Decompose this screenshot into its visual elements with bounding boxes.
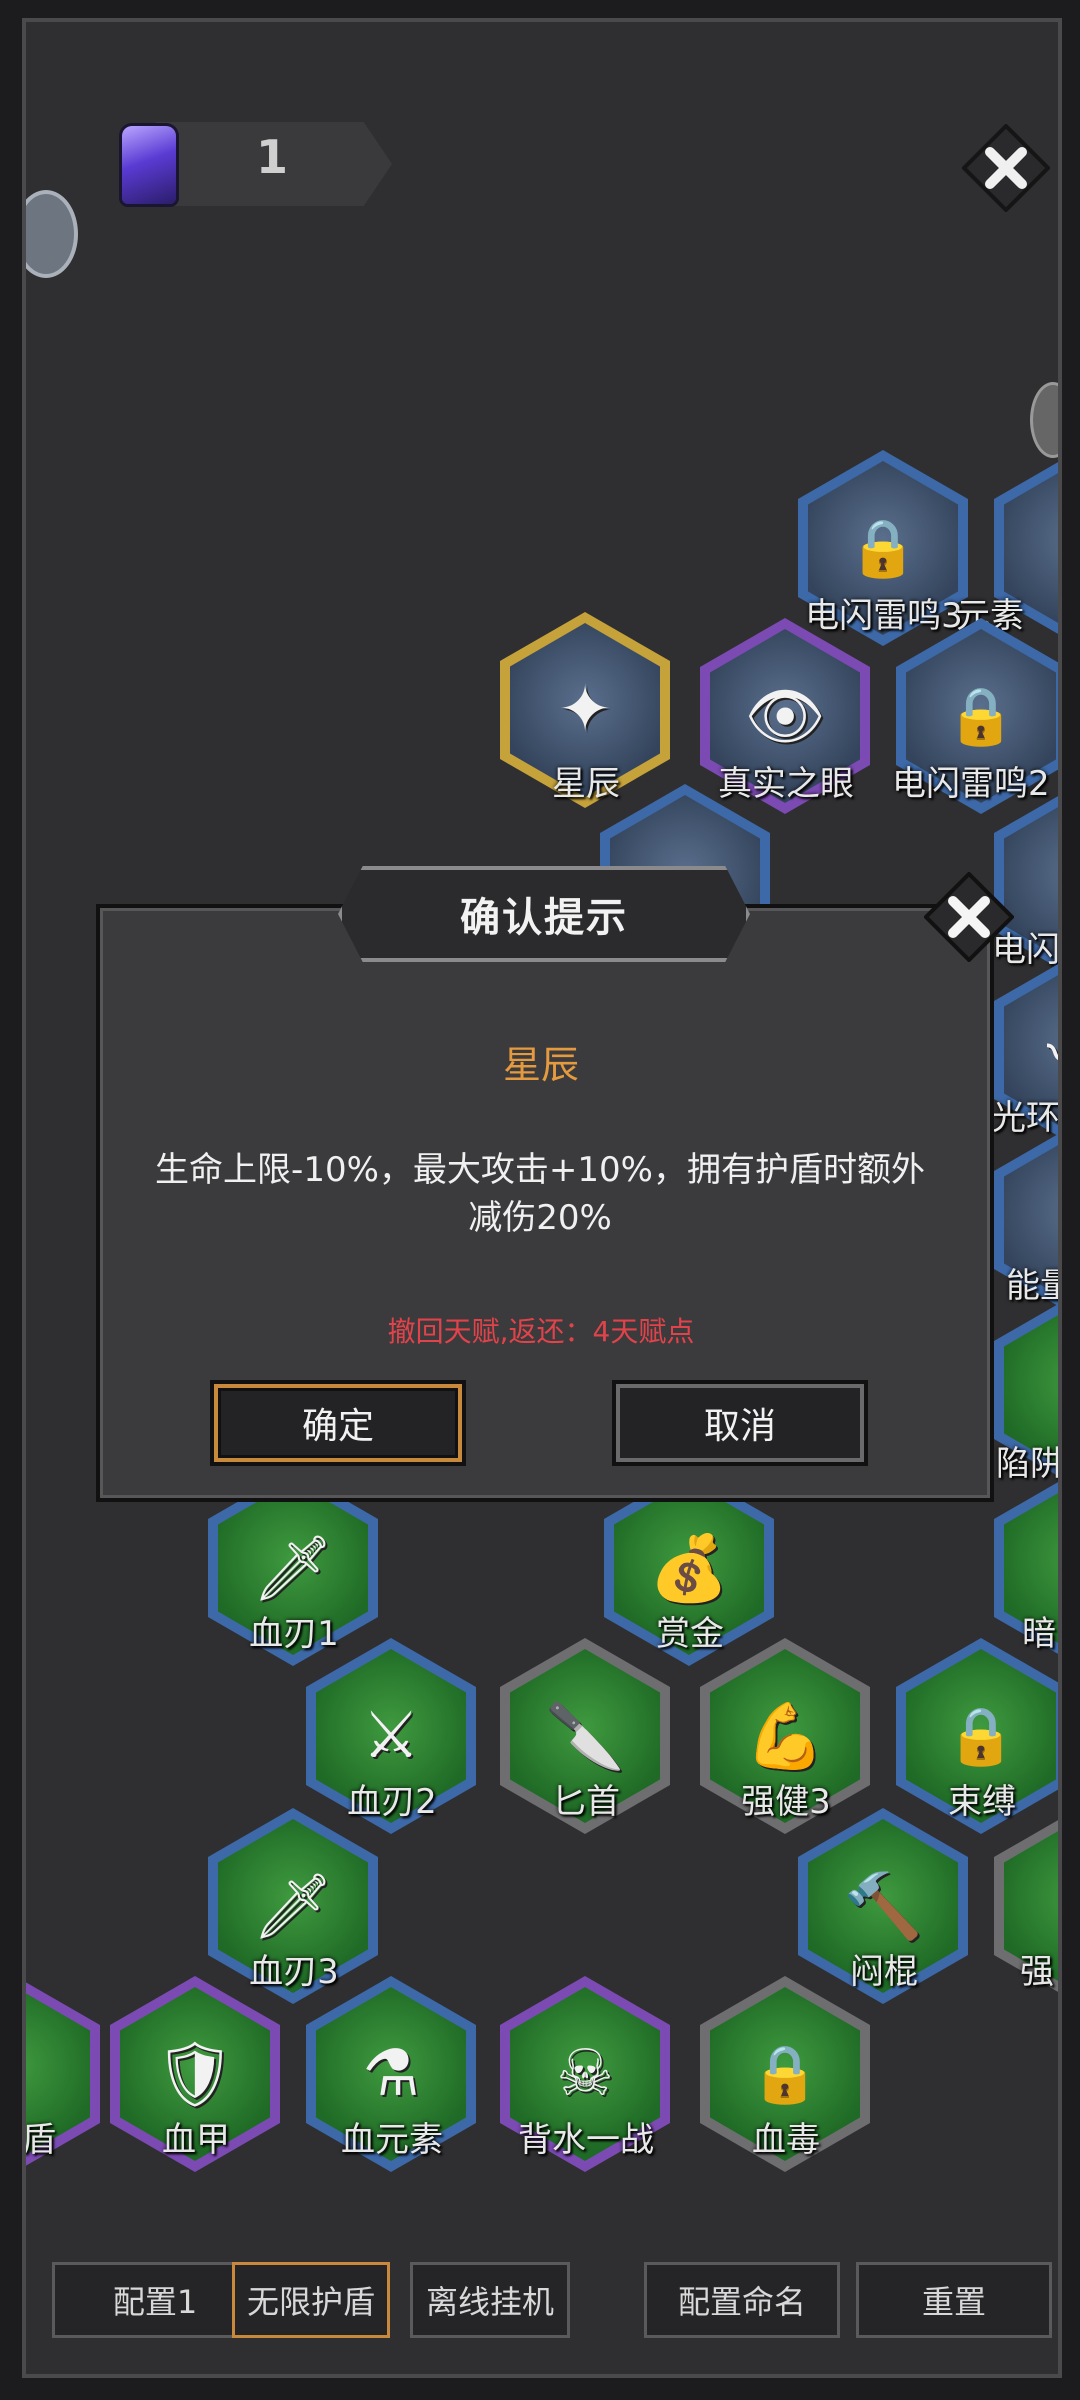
talent-description: 生命上限-10%，最大攻击+10%，拥有护盾时额外减伤20% bbox=[155, 1150, 925, 1238]
blood-potion-icon: ⚗ bbox=[362, 2037, 420, 2111]
crossed-swords-icon: ⚔ bbox=[362, 1699, 420, 1773]
constellation-icon: ✦ bbox=[558, 673, 612, 747]
eye-icon: 👁 bbox=[744, 679, 826, 754]
talent-label: 电闪雷鸣2 bbox=[892, 764, 1050, 804]
talent-label: 光环 bbox=[992, 1098, 1060, 1138]
lock-icon: 🔒 bbox=[946, 684, 1016, 749]
aura-icon: 〰 bbox=[1047, 1004, 1058, 1096]
currency-count: 1 bbox=[256, 130, 289, 184]
talent-label: 盾 bbox=[22, 2120, 56, 2160]
knight-icon: 🛡 bbox=[154, 2037, 236, 2112]
lying-figure-icon: ☠ bbox=[556, 2037, 614, 2111]
refund-text: 撤回天赋,返还：4天赋点 bbox=[387, 1315, 695, 1348]
offline-idle-button[interactable]: 离线挂机 bbox=[410, 2262, 570, 2338]
bloody-blade-icon: 🗡 bbox=[252, 1869, 334, 1944]
dialog-title: 确认提示 bbox=[460, 895, 628, 941]
talent-name: 星辰 bbox=[502, 1043, 579, 1087]
lock-icon: 🔒 bbox=[750, 2042, 820, 2107]
dialog-title-plate: 确认提示 bbox=[338, 866, 750, 962]
config1-button[interactable]: 配置1 bbox=[52, 2262, 258, 2338]
dialog-close-icon[interactable] bbox=[924, 872, 1014, 962]
confirm-button[interactable]: 确定 bbox=[210, 1380, 466, 1466]
close-icon[interactable] bbox=[962, 124, 1050, 212]
crystal-icon bbox=[122, 126, 176, 204]
talent-label: 陷阱 bbox=[996, 1444, 1062, 1484]
lock-icon: 🔒 bbox=[946, 1704, 1016, 1769]
talent-label: 暗 bbox=[1022, 1614, 1056, 1654]
muscle-icon: 💪 bbox=[745, 1699, 825, 1774]
side-handle[interactable] bbox=[26, 190, 78, 278]
dagger-icon: 🗡 bbox=[252, 1531, 334, 1606]
side-handle-right[interactable] bbox=[1030, 382, 1058, 458]
infinite-shield-button[interactable]: 无限护盾 bbox=[232, 2262, 390, 2338]
reset-button[interactable]: 重置 bbox=[856, 2262, 1052, 2338]
cancel-button[interactable]: 取消 bbox=[612, 1380, 868, 1466]
talent-label: 血毒 bbox=[752, 2120, 820, 2160]
club-icon: 🔨 bbox=[843, 1869, 923, 1944]
money-bag-icon: 💰 bbox=[649, 1531, 729, 1606]
knife-icon: 🔪 bbox=[545, 1699, 625, 1774]
config-rename-button[interactable]: 配置命名 bbox=[644, 2262, 840, 2338]
talent-label: 能量 bbox=[1006, 1266, 1058, 1306]
lock-icon: 🔒 bbox=[848, 516, 918, 581]
talent-label: 强 bbox=[1020, 1952, 1054, 1992]
